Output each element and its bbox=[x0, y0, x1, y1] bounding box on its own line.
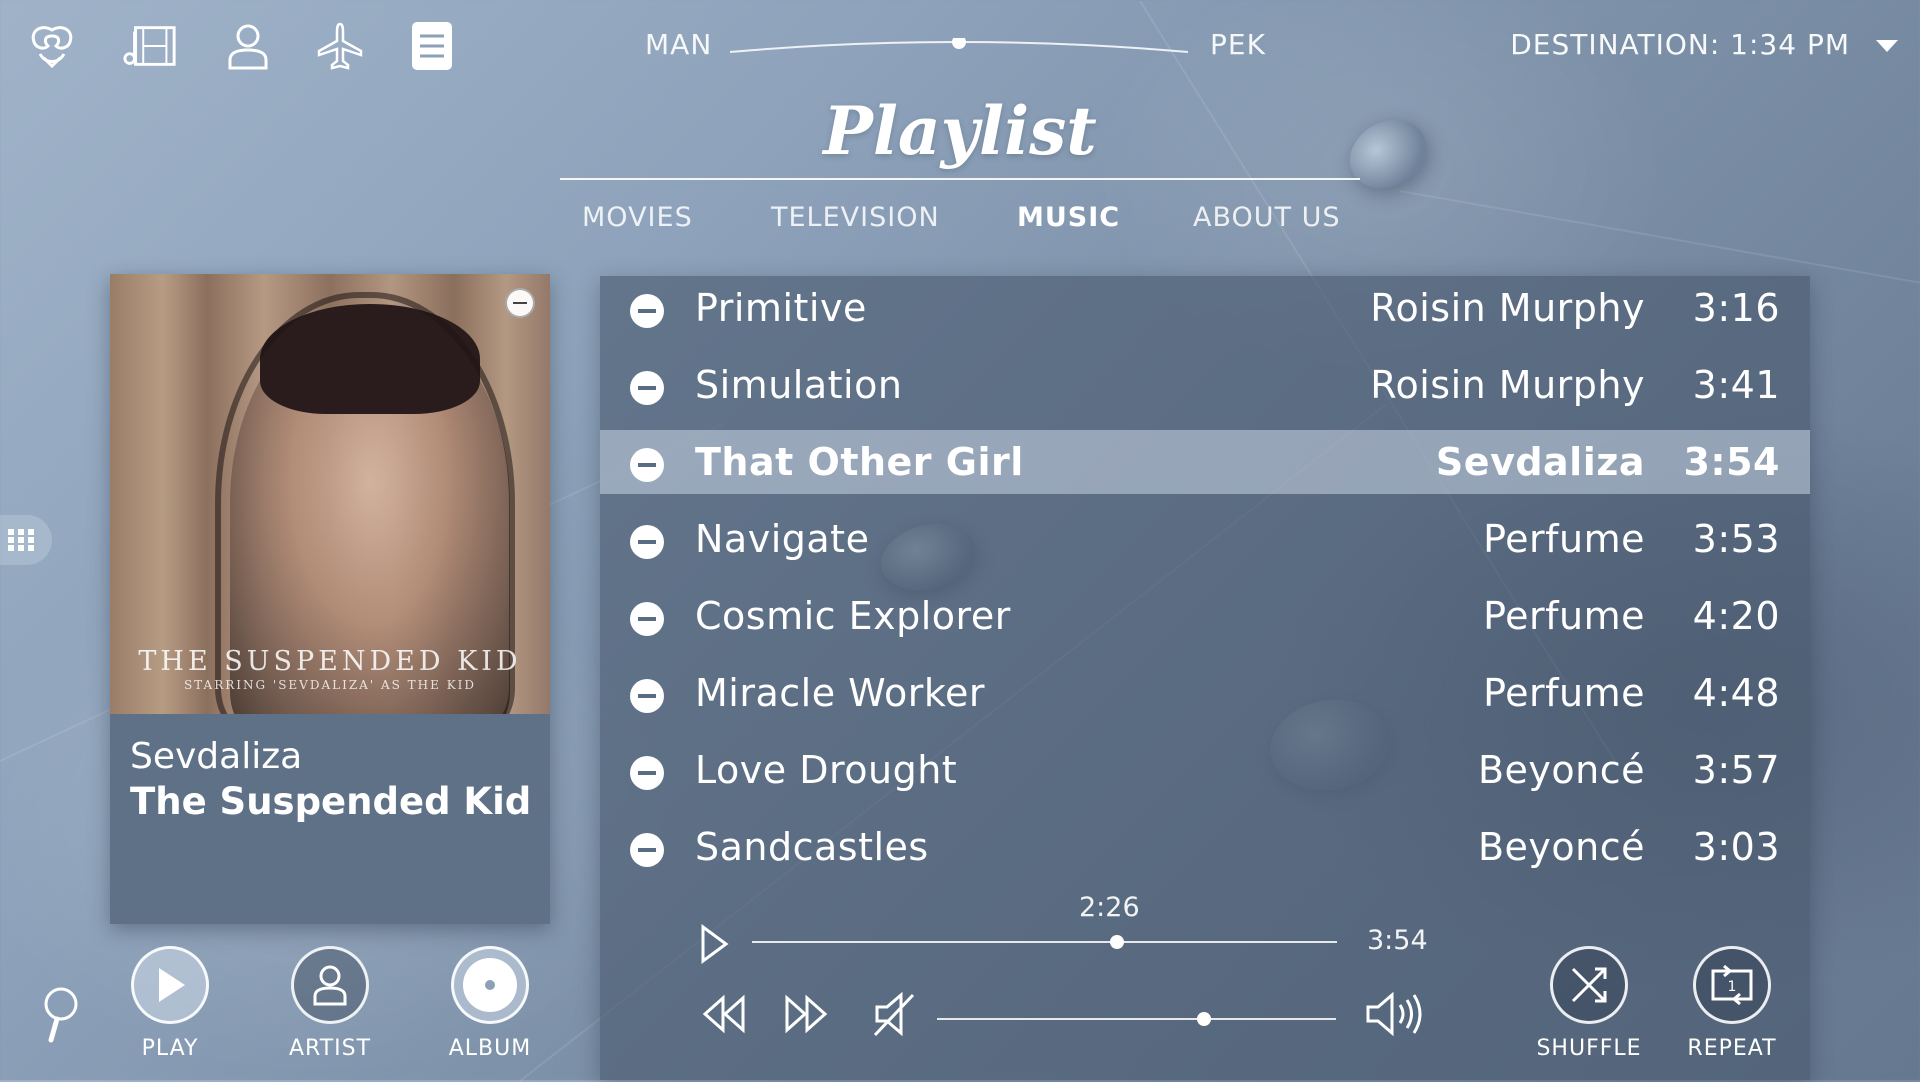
track-artist: Roisin Murphy bbox=[1370, 363, 1645, 407]
route-destination: PEK bbox=[1210, 28, 1266, 61]
track-artist: Perfume bbox=[1483, 517, 1645, 561]
track-duration: 3:53 bbox=[1692, 517, 1780, 561]
destination-time[interactable]: DESTINATION: 1:34 PM bbox=[1510, 28, 1850, 61]
menu-icon[interactable] bbox=[404, 18, 460, 74]
track-duration: 3:54 bbox=[1683, 440, 1780, 484]
track-duration: 3:16 bbox=[1692, 286, 1780, 330]
remove-track-button[interactable] bbox=[630, 371, 664, 405]
airplane-icon[interactable] bbox=[312, 18, 368, 74]
track-artist: Beyoncé bbox=[1477, 748, 1645, 792]
title-divider bbox=[560, 178, 1360, 180]
track-row[interactable]: Miracle Worker Perfume 4:48 bbox=[600, 661, 1810, 725]
track-artist: Beyoncé bbox=[1477, 825, 1645, 869]
shuffle-icon bbox=[1571, 967, 1607, 1003]
track-duration: 3:57 bbox=[1692, 748, 1780, 792]
volume-up-icon[interactable] bbox=[1364, 990, 1426, 1038]
play-icon[interactable] bbox=[696, 922, 732, 966]
flight-progress-track bbox=[729, 38, 1189, 53]
track-row[interactable]: Love Drought Beyoncé 3:57 bbox=[600, 738, 1810, 802]
fast-forward-icon[interactable] bbox=[782, 992, 830, 1036]
track-row[interactable]: Navigate Perfume 3:53 bbox=[600, 507, 1810, 571]
remove-album-button[interactable] bbox=[505, 288, 535, 318]
track-title: Miracle Worker bbox=[695, 671, 986, 715]
track-row[interactable]: Primitive Roisin Murphy 3:16 bbox=[600, 276, 1810, 340]
repeat-count: 1 bbox=[1728, 979, 1737, 995]
remove-track-button[interactable] bbox=[630, 679, 664, 713]
track-title: That Other Girl bbox=[695, 440, 1024, 484]
remove-track-button[interactable] bbox=[630, 602, 664, 636]
user-icon bbox=[313, 965, 347, 1006]
album-art-title: THE SUSPENDED KID bbox=[138, 646, 522, 677]
volume-bar[interactable] bbox=[937, 1018, 1336, 1020]
shuffle-button[interactable] bbox=[1550, 946, 1628, 1024]
disc-icon bbox=[463, 958, 517, 1012]
track-list[interactable]: Primitive Roisin Murphy 3:16 Simulation … bbox=[600, 276, 1810, 880]
tab-about-us[interactable]: ABOUT US bbox=[1193, 202, 1341, 233]
shuffle-label: SHUFFLE bbox=[1536, 1036, 1642, 1061]
grid-icon bbox=[8, 529, 34, 551]
album-art-subtitle: STARRING 'SEVDALIZA' AS THE KID bbox=[183, 678, 477, 692]
album-button[interactable] bbox=[451, 946, 529, 1024]
remove-track-button[interactable] bbox=[630, 448, 664, 482]
apps-grid-tab[interactable] bbox=[0, 515, 52, 565]
play-icon bbox=[159, 968, 185, 1002]
play-button[interactable] bbox=[131, 946, 209, 1024]
remove-track-button[interactable] bbox=[630, 525, 664, 559]
tab-television[interactable]: TELEVISION bbox=[771, 202, 940, 233]
play-label: PLAY bbox=[141, 1036, 199, 1061]
track-duration: 3:41 bbox=[1692, 363, 1780, 407]
track-row[interactable]: Simulation Roisin Murphy 3:41 bbox=[600, 353, 1810, 417]
track-artist: Sevdaliza bbox=[1435, 440, 1645, 484]
remove-track-button[interactable] bbox=[630, 294, 664, 328]
logo-icon[interactable] bbox=[24, 18, 80, 74]
total-time: 3:54 bbox=[1367, 925, 1428, 956]
track-duration: 3:03 bbox=[1692, 825, 1780, 869]
page-title: Playlist bbox=[823, 92, 1097, 170]
chevron-down-icon[interactable] bbox=[1876, 40, 1898, 52]
track-artist: Perfume bbox=[1483, 594, 1645, 638]
rewind-icon[interactable] bbox=[700, 992, 748, 1036]
track-row[interactable]: Sandcastles Beyoncé 3:03 bbox=[600, 815, 1810, 879]
playlist-panel: Primitive Roisin Murphy 3:16 Simulation … bbox=[600, 276, 1810, 1080]
now-playing-album: The Suspended Kid bbox=[130, 780, 532, 823]
tab-music[interactable]: MUSIC bbox=[1017, 202, 1120, 233]
mute-icon[interactable] bbox=[872, 990, 918, 1038]
search-icon[interactable] bbox=[34, 985, 84, 1045]
album-art: THE SUSPENDED KID STARRING 'SEVDALIZA' A… bbox=[110, 274, 550, 714]
track-title: Sandcastles bbox=[695, 825, 929, 869]
flight-position-marker bbox=[952, 38, 966, 49]
remove-track-button[interactable] bbox=[630, 756, 664, 790]
seek-handle[interactable] bbox=[1110, 935, 1125, 949]
user-icon[interactable] bbox=[220, 18, 276, 74]
tab-movies[interactable]: MOVIES bbox=[582, 202, 693, 233]
track-row-selected[interactable]: That Other Girl Sevdaliza 3:54 bbox=[600, 430, 1810, 494]
track-title: Simulation bbox=[695, 363, 903, 407]
repeat-button[interactable]: 1 bbox=[1693, 946, 1771, 1024]
now-playing-card[interactable]: THE SUSPENDED KID STARRING 'SEVDALIZA' A… bbox=[110, 274, 550, 924]
repeat-icon: 1 bbox=[1711, 964, 1753, 1006]
remove-track-button[interactable] bbox=[630, 833, 664, 867]
track-title: Primitive bbox=[695, 286, 867, 330]
film-icon[interactable] bbox=[122, 18, 178, 74]
artist-label: ARTIST bbox=[288, 1036, 372, 1061]
elapsed-time: 2:26 bbox=[1079, 892, 1140, 923]
album-label: ALBUM bbox=[448, 1036, 532, 1061]
route-origin: MAN bbox=[645, 28, 713, 61]
track-artist: Perfume bbox=[1483, 671, 1645, 715]
repeat-label: REPEAT bbox=[1687, 1036, 1777, 1061]
track-title: Cosmic Explorer bbox=[695, 594, 1011, 638]
seek-bar[interactable] bbox=[752, 941, 1337, 943]
now-playing-artist: Sevdaliza bbox=[130, 736, 303, 777]
track-row[interactable]: Cosmic Explorer Perfume 4:20 bbox=[600, 584, 1810, 648]
track-duration: 4:20 bbox=[1692, 594, 1780, 638]
artist-button[interactable] bbox=[291, 946, 369, 1024]
track-artist: Roisin Murphy bbox=[1370, 286, 1645, 330]
track-title: Love Drought bbox=[695, 748, 958, 792]
track-duration: 4:48 bbox=[1692, 671, 1780, 715]
track-title: Navigate bbox=[695, 517, 870, 561]
